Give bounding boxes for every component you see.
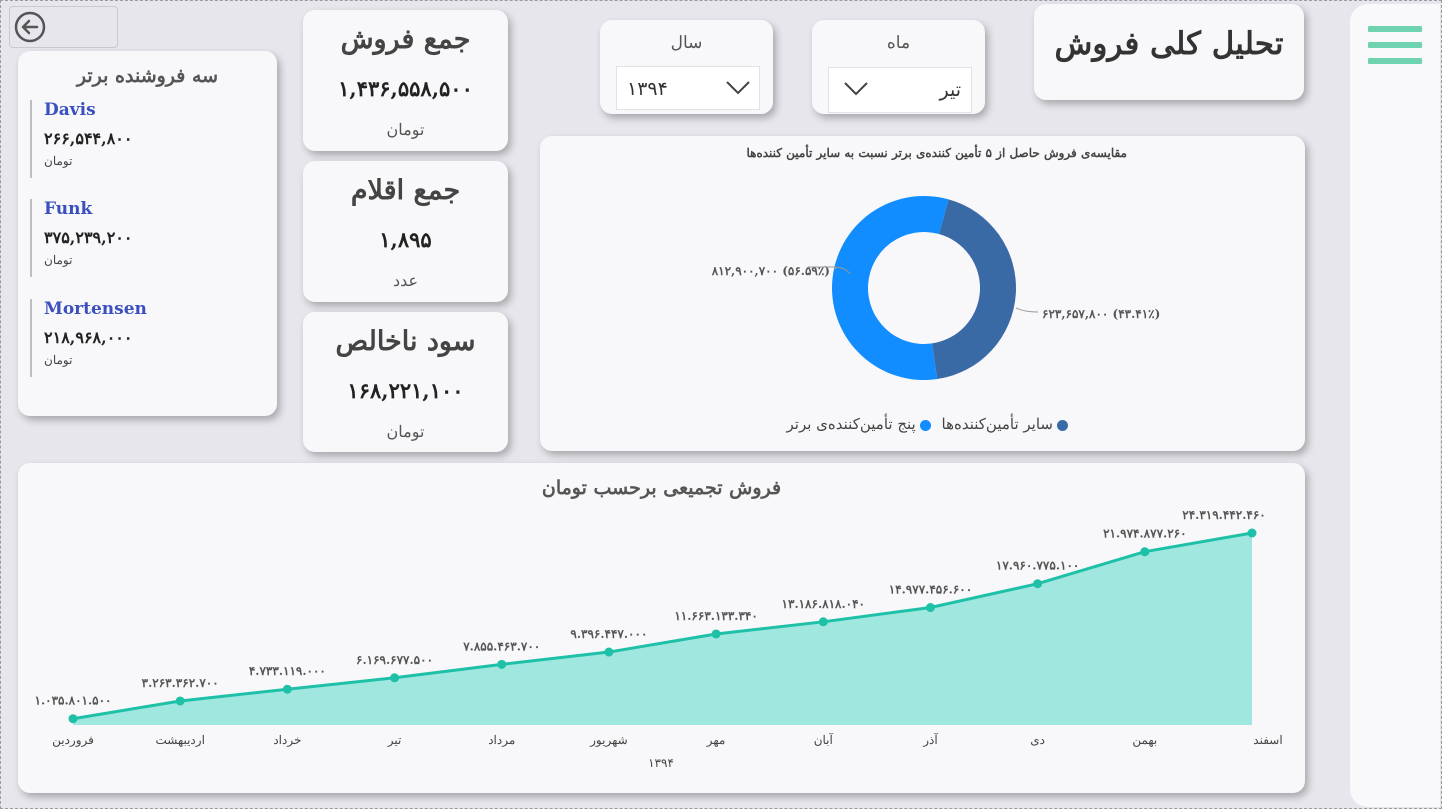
x-tick-label: دی [1030, 733, 1045, 747]
kpi-unit: تومان [386, 422, 425, 441]
year-dropdown[interactable]: ۱۳۹۴ [616, 66, 760, 110]
data-point[interactable] [711, 629, 721, 639]
data-point[interactable] [1247, 528, 1257, 538]
data-label: ۴.۷۳۳.۱۱۹.۰۰۰ [249, 664, 326, 678]
data-label: ۲۱.۹۷۴.۸۷۷.۲۶۰ [1103, 527, 1186, 541]
x-tick-label: آبان [814, 732, 834, 747]
seller-item: Funk ۳۷۵,۲۳۹,۲۰۰ تومان [30, 199, 244, 277]
x-tick-label: فروردین [52, 733, 94, 747]
seller-name: Funk [44, 199, 93, 219]
data-label: ۶.۱۶۹.۶۷۷.۵۰۰ [356, 653, 433, 667]
legend-item[interactable]: سایر تأمین‌کننده‌ها [941, 415, 1068, 433]
data-point[interactable] [604, 647, 614, 657]
kpi-gross-profit: سود ناخالص ۱۶۸,۲۲۱,۱۰۰ تومان [303, 312, 508, 452]
seller-unit: تومان [44, 253, 73, 267]
kpi-value: ۱,۴۳۶,۵۵۸,۵۰۰ [338, 76, 473, 101]
data-label: ۳.۲۶۳.۳۶۲.۷۰۰ [142, 676, 219, 690]
data-point[interactable] [925, 603, 935, 613]
donut-slice-top5[interactable] [832, 196, 949, 380]
x-tick-label: شهریور [589, 733, 628, 747]
supplier-donut-card: مقایسه‌ی فروش حاصل از ۵ تأمین کننده‌ی بر… [540, 136, 1305, 451]
donut-data-label-top5: ۸۱۲,۹۰۰,۷۰۰ (۵۶.۵۹٪) [711, 264, 830, 278]
x-tick-label: اسفند [1253, 733, 1282, 747]
chevron-down-icon [726, 81, 750, 95]
x-tick-label: مهر [706, 733, 726, 747]
legend-item[interactable]: پنج تأمین‌کننده‌ی برتر [787, 415, 931, 433]
seller-value: ۳۷۵,۲۳۹,۲۰۰ [44, 228, 133, 247]
data-point[interactable] [390, 673, 400, 683]
seller-unit: تومان [44, 154, 73, 168]
legend-swatch-others [1057, 419, 1068, 431]
data-point[interactable] [1033, 579, 1043, 589]
kpi-value: ۱,۸۹۵ [379, 227, 432, 252]
seller-unit: تومان [44, 353, 73, 367]
data-point[interactable] [282, 684, 292, 694]
hamburger-menu-icon[interactable] [1368, 26, 1422, 68]
year-dropdown-value: ۱۳۹۴ [627, 78, 668, 100]
cumulative-sales-card: فروش تجمیعی برحسب تومان ۱.۰۳۵.۸۰۱.۵۰۰ فرو… [18, 463, 1305, 793]
donut-data-label-others: ۶۲۳,۶۵۷,۸۰۰ (۴۳.۴۱٪) [1042, 307, 1160, 321]
seller-name: Mortensen [44, 299, 147, 319]
page-title: تحلیل کلی فروش [1054, 26, 1284, 62]
data-point[interactable] [68, 714, 78, 724]
data-label: ۲۴.۳۱۹.۴۴۲.۴۶۰ [1182, 508, 1265, 522]
back-arrow-icon [14, 11, 46, 43]
x-tick-label: خرداد [273, 733, 301, 747]
kpi-value: ۱۶۸,۲۲۱,۱۰۰ [347, 378, 464, 403]
top-sellers-card: سه فروشنده برتر Davis ۲۶۶,۵۴۴,۸۰۰ تومان … [18, 51, 277, 416]
data-point[interactable] [175, 696, 185, 706]
data-label: ۷.۸۵۵.۴۶۳.۷۰۰ [462, 639, 540, 653]
kpi-total-items: جمع اقلام ۱,۸۹۵ عدد [303, 161, 508, 302]
donut-legend: سایر تأمین‌کننده‌ها پنج تأمین‌کننده‌ی بر… [781, 415, 1068, 433]
x-tick-label: مرداد [488, 733, 515, 747]
kpi-unit: عدد [392, 271, 419, 290]
data-label: ۱۷.۹۶۰.۷۷۵.۱۰۰ [996, 559, 1079, 573]
leader-line [1015, 307, 1039, 313]
seller-item: Mortensen ۲۱۸,۹۶۸,۰۰۰ تومان [30, 299, 244, 377]
month-slicer: ماه تیر [812, 20, 985, 114]
seller-item: Davis ۲۶۶,۵۴۴,۸۰۰ تومان [30, 100, 244, 178]
x-axis-label: ۱۳۹۴ [648, 756, 674, 770]
x-tick-label: آذر [922, 732, 938, 747]
area-chart: ۱.۰۳۵.۸۰۱.۵۰۰ فروردین ۳.۲۶۳.۳۶۲.۷۰۰ اردیبهش… [35, 508, 1283, 770]
kpi-title: جمع اقلام [350, 175, 461, 206]
year-slicer-label: سال [670, 33, 703, 53]
data-point[interactable] [818, 617, 828, 627]
x-tick-label: اردیبهشت [155, 733, 204, 747]
year-slicer: سال ۱۳۹۴ [600, 20, 773, 114]
legend-label: سایر تأمین‌کننده‌ها [941, 415, 1054, 433]
month-dropdown[interactable]: تیر [828, 67, 972, 113]
donut-chart: ۸۱۲,۹۰۰,۷۰۰ (۵۶.۵۹٪) ۶۲۳,۶۵۷,۸۰۰ (۴۳.۴۱٪) [711, 196, 1160, 380]
data-label: ۱.۰۳۵.۸۰۱.۵۰۰ [35, 694, 112, 708]
x-tick-label: تیر [387, 733, 402, 747]
chevron-down-icon [844, 82, 868, 96]
legend-swatch-top5 [919, 419, 931, 431]
nav-rail [1350, 4, 1440, 807]
month-dropdown-value: تیر [939, 79, 961, 101]
legend-label: پنج تأمین‌کننده‌ی برتر [786, 415, 916, 433]
back-button[interactable] [9, 6, 118, 48]
report-title-card: تحلیل کلی فروش [1034, 4, 1304, 100]
month-slicer-label: ماه [886, 33, 911, 53]
kpi-title: سود ناخالص [335, 326, 476, 357]
seller-name: Davis [44, 100, 96, 120]
data-label: ۱۱.۶۶۳.۱۳۳.۳۴۰ [674, 609, 757, 623]
donut-slice-others[interactable] [932, 199, 1017, 380]
kpi-unit: تومان [386, 120, 425, 139]
x-tick-label: بهمن [1132, 733, 1157, 747]
data-point[interactable] [497, 659, 507, 669]
seller-value: ۲۱۸,۹۶۸,۰۰۰ [44, 328, 133, 347]
data-point[interactable] [1140, 547, 1150, 557]
kpi-total-sales: جمع فروش ۱,۴۳۶,۵۵۸,۵۰۰ تومان [303, 10, 508, 151]
data-label: ۹.۳۹۶.۴۴۷.۰۰۰ [570, 627, 647, 641]
data-label: ۱۴.۹۷۷.۴۵۶.۶۰۰ [889, 583, 972, 597]
kpi-title: جمع فروش [340, 24, 471, 55]
seller-value: ۲۶۶,۵۴۴,۸۰۰ [44, 129, 133, 148]
data-label: ۱۳.۱۸۶.۸۱۸.۰۴۰ [782, 597, 865, 611]
top-sellers-title: سه فروشنده برتر [76, 65, 219, 87]
